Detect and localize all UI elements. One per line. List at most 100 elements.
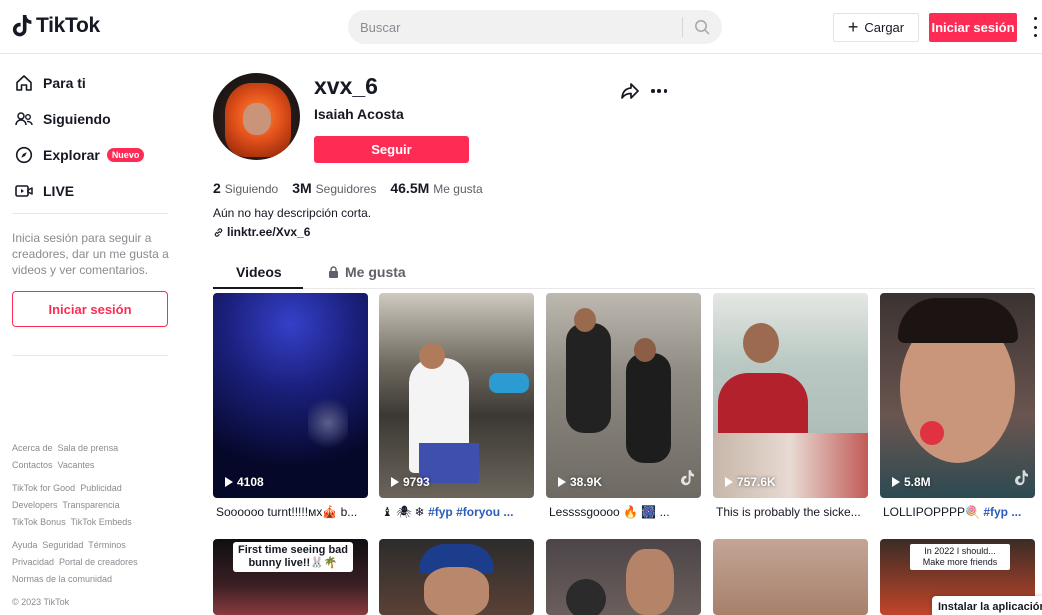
video-thumbnail[interactable]: 4108 xyxy=(213,293,368,498)
video-thumbnail[interactable]: 9793 xyxy=(379,293,534,498)
footer-link[interactable]: TikTok for Good xyxy=(12,483,75,493)
profile-link[interactable]: linktr.ee/Xvx_6 xyxy=(213,225,310,239)
video-caption: ♝ 🕷 ❄ #fyp #foryou ... xyxy=(382,505,514,519)
home-icon xyxy=(16,75,32,91)
tiktok-logo[interactable]: TikTok xyxy=(12,14,100,38)
footer-link[interactable]: Términos xyxy=(88,540,126,550)
footer-link[interactable]: Publicidad xyxy=(80,483,122,493)
footer-links-row: Acerca de Sala de prensa xyxy=(12,443,118,453)
video-caption: Lessssgoooo 🔥 🎆 ... xyxy=(549,505,670,519)
sidebar-item-live[interactable]: LIVE xyxy=(14,181,74,201)
footer-link[interactable]: Privacidad xyxy=(12,557,54,567)
footer-link[interactable]: Seguridad xyxy=(42,540,83,550)
view-count: 757.6K xyxy=(725,475,776,489)
footer-links-row: TikTok for Good Publicidad xyxy=(12,483,122,493)
play-icon xyxy=(558,477,566,487)
play-icon xyxy=(225,477,233,487)
profile-link-text: linktr.ee/Xvx_6 xyxy=(227,225,311,239)
video-thumbnail[interactable] xyxy=(379,539,534,615)
sidebar: Para ti Siguiendo Explorar Nuevo LIVE In… xyxy=(0,55,180,615)
footer-link[interactable]: Contactos xyxy=(12,460,53,470)
profile-bio: Aún no hay descripción corta. xyxy=(213,206,372,220)
footer-links-row: Contactos Vacantes xyxy=(12,460,94,470)
sidebar-item-explore[interactable]: Explorar Nuevo xyxy=(14,145,145,165)
view-count: 5.8M xyxy=(892,475,931,489)
search-input[interactable] xyxy=(360,17,670,37)
play-icon xyxy=(892,477,900,487)
search-button[interactable] xyxy=(688,14,716,40)
footer-link[interactable]: Acerca de xyxy=(12,443,53,453)
footer-links-row: TikTok Bonus TikTok Embeds xyxy=(12,517,132,527)
search-icon xyxy=(695,20,710,35)
tiktok-note-icon xyxy=(12,15,32,37)
install-app-banner[interactable]: Instalar la aplicación xyxy=(932,596,1042,615)
video-thumbnail[interactable] xyxy=(713,539,868,615)
sidebar-item-label: Siguiendo xyxy=(43,111,111,127)
footer-link[interactable]: Ayuda xyxy=(12,540,37,550)
followers-count: 3M xyxy=(292,180,312,196)
footer-link[interactable]: Portal de creadores xyxy=(59,557,138,567)
share-icon[interactable] xyxy=(620,82,640,100)
sidebar-item-for-you[interactable]: Para ti xyxy=(14,73,86,93)
sidebar-item-label: LIVE xyxy=(43,183,75,199)
header-login-button[interactable]: Iniciar sesión xyxy=(929,13,1017,42)
play-icon xyxy=(391,477,399,487)
footer-link[interactable]: TikTok Embeds xyxy=(71,517,132,527)
likes-label: Me gusta xyxy=(433,182,483,196)
profile-avatar xyxy=(213,73,300,160)
upload-label: Cargar xyxy=(864,20,905,35)
followers-stat[interactable]: 3M Seguidores xyxy=(292,180,376,196)
sidebar-item-label: Explorar xyxy=(43,147,100,163)
sidebar-item-label: Para ti xyxy=(43,75,86,91)
followers-label: Seguidores xyxy=(315,182,377,196)
footer-links-row: Normas de la comunidad xyxy=(12,574,112,584)
live-icon xyxy=(15,185,33,197)
sidebar-divider xyxy=(12,213,168,214)
video-thumbnail[interactable] xyxy=(546,539,701,615)
compass-icon xyxy=(15,146,33,164)
view-count: 38.9K xyxy=(558,475,602,489)
footer-link[interactable]: Normas de la comunidad xyxy=(12,574,112,584)
video-thumbnail[interactable]: First time seeing bad bunny live!!🐰🌴 xyxy=(213,539,368,615)
video-thumbnail[interactable]: 38.9K xyxy=(546,293,701,498)
video-thumbnail[interactable]: 757.6K xyxy=(713,293,868,498)
video-caption: LOLLIPOPPPP🍭 #fyp ... xyxy=(883,505,1022,519)
users-icon xyxy=(15,112,33,126)
link-icon xyxy=(214,227,223,237)
sidebar-divider xyxy=(12,355,168,356)
tab-videos[interactable]: Videos xyxy=(236,264,282,280)
footer-link[interactable]: TikTok Bonus xyxy=(12,517,66,527)
video-caption: Soooooo turnt!!!!!мх🎪 b... xyxy=(216,505,358,519)
footer-link[interactable]: Vacantes xyxy=(58,460,95,470)
video-overlay-text: In 2022 I should... Make more friends xyxy=(910,544,1010,570)
likes-stat: 46.5M Me gusta xyxy=(390,180,482,196)
tab-label: Videos xyxy=(236,264,282,280)
following-count: 2 xyxy=(213,180,221,196)
plus-icon: + xyxy=(847,16,859,37)
sidebar-login-button[interactable]: Iniciar sesión xyxy=(12,291,168,327)
footer-link[interactable]: Developers xyxy=(12,500,58,510)
follow-button[interactable]: Seguir xyxy=(314,136,469,163)
video-caption: This is probably the sicke... xyxy=(716,505,861,519)
following-stat[interactable]: 2 Siguiendo xyxy=(213,180,278,196)
copyright: © 2023 TikTok xyxy=(12,597,70,607)
more-options-icon[interactable] xyxy=(651,89,667,93)
tab-label: Me gusta xyxy=(345,264,406,280)
footer-link[interactable]: Sala de prensa xyxy=(58,443,119,453)
upload-button[interactable]: + Cargar xyxy=(833,13,919,42)
profile-nickname: Isaiah Acosta xyxy=(314,106,404,122)
play-icon xyxy=(725,477,733,487)
sidebar-item-following[interactable]: Siguiendo xyxy=(14,109,111,129)
likes-count: 46.5M xyxy=(390,180,430,196)
video-thumbnail[interactable]: 5.8M xyxy=(880,293,1035,498)
tab-liked[interactable]: Me gusta xyxy=(328,264,406,280)
more-vertical-icon[interactable] xyxy=(1032,17,1038,37)
footer-link[interactable]: Transparencia xyxy=(62,500,119,510)
view-count: 4108 xyxy=(225,475,264,489)
profile-stats: 2 Siguiendo 3M Seguidores 46.5M Me gusta xyxy=(213,180,483,196)
footer-links-row: Privacidad Portal de creadores xyxy=(12,557,138,567)
profile-tabs: Videos Me gusta xyxy=(213,256,1035,289)
login-hint: Inicia sesión para seguir a creadores, d… xyxy=(12,231,169,277)
active-tab-indicator xyxy=(213,287,303,289)
search-bar xyxy=(348,10,722,44)
